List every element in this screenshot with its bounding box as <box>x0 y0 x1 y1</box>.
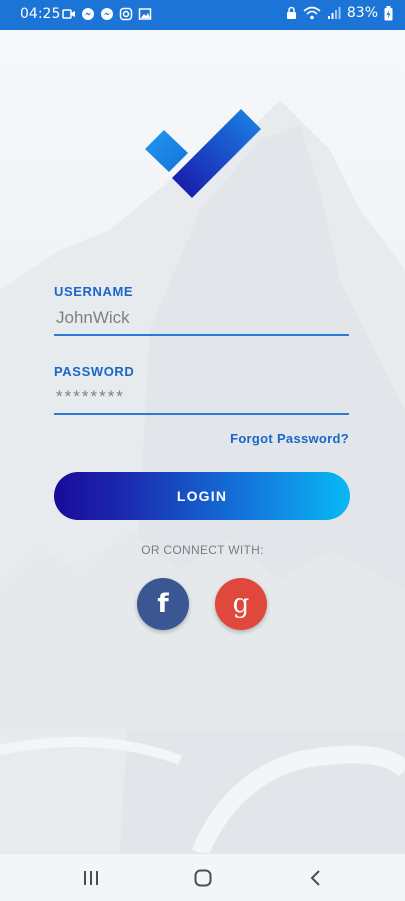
signal-icon <box>327 7 341 19</box>
username-input[interactable] <box>54 302 349 336</box>
lock-icon <box>286 6 296 19</box>
status-time: 04:25 <box>20 6 61 22</box>
login-button[interactable]: LOGIN <box>54 472 350 520</box>
google-login-button[interactable]: g <box>215 578 267 630</box>
status-icons: 83% <box>286 5 393 21</box>
back-icon[interactable] <box>304 868 328 888</box>
facebook-login-button[interactable]: f <box>137 578 189 630</box>
wifi-icon <box>303 6 321 20</box>
password-input[interactable] <box>54 381 349 415</box>
messenger-icon <box>101 8 113 20</box>
forgot-password-link[interactable]: Forgot Password? <box>230 431 349 446</box>
password-label: PASSWORD <box>54 364 135 379</box>
facebook-icon: f <box>157 589 169 619</box>
connect-with-text: OR CONNECT WITH: <box>141 543 264 557</box>
navigation-bar <box>0 853 405 901</box>
video-icon <box>62 9 75 19</box>
username-label: USERNAME <box>54 284 134 299</box>
battery-percent: 83% <box>346 5 378 21</box>
status-bar: 04:25 83% <box>0 0 405 30</box>
image-icon <box>138 8 152 20</box>
home-icon[interactable] <box>191 868 215 888</box>
notification-icons <box>62 7 152 21</box>
instagram-icon <box>119 7 133 21</box>
messenger-icon <box>82 8 94 20</box>
recent-apps-icon[interactable] <box>79 868 103 888</box>
checkmark-logo-icon <box>145 109 261 198</box>
battery-charging-icon <box>384 5 393 20</box>
google-icon: g <box>232 589 250 619</box>
